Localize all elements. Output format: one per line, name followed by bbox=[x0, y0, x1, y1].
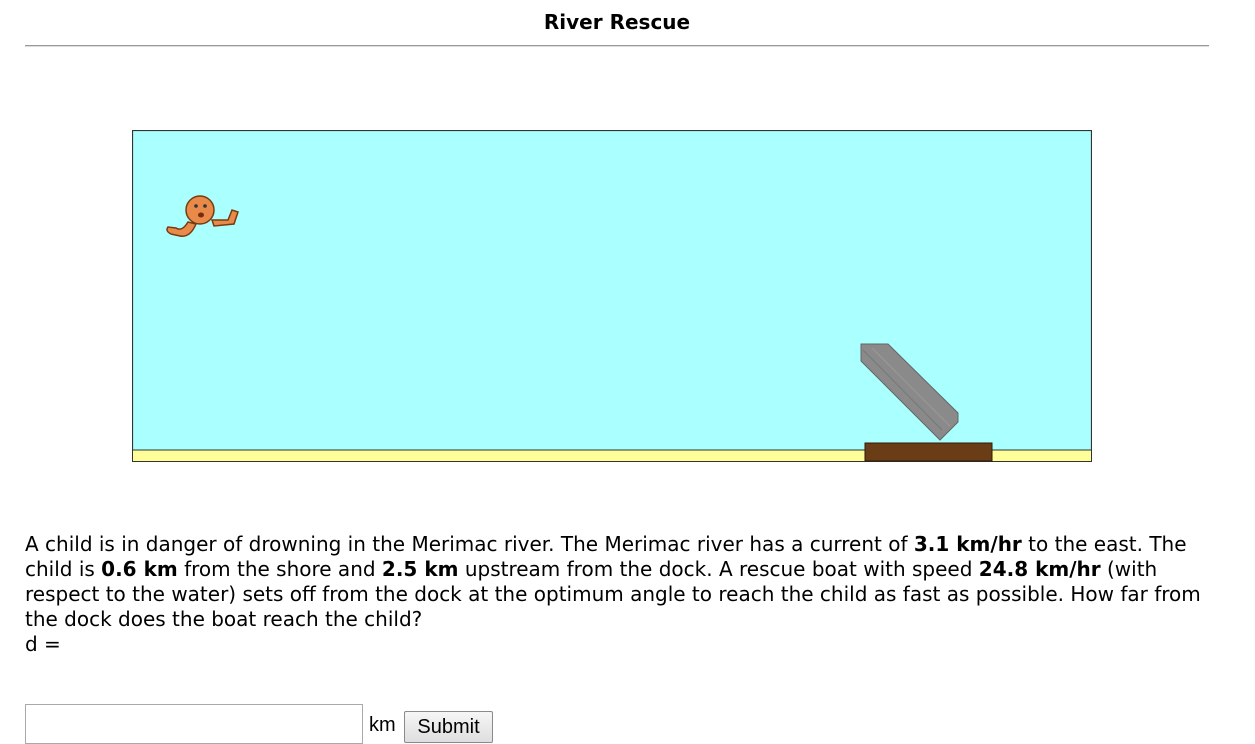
title-divider bbox=[25, 45, 1209, 47]
river-canvas bbox=[132, 130, 1092, 462]
answer-input[interactable] bbox=[25, 704, 363, 744]
current-value: 3.1 km/hr bbox=[913, 532, 1022, 556]
boat-speed-value: 24.8 km/hr bbox=[978, 557, 1101, 581]
problem-statement: A child is in danger of drowning in the … bbox=[25, 532, 1215, 632]
answer-unit-label: km bbox=[369, 714, 396, 736]
problem-text-3: from the shore and bbox=[177, 557, 382, 581]
answer-variable-label: d = bbox=[25, 632, 61, 656]
page-title: River Rescue bbox=[543, 10, 691, 34]
upstream-distance-value: 2.5 km bbox=[381, 557, 459, 581]
dock-icon bbox=[864, 442, 993, 462]
problem-text-4: upstream from the dock. A rescue boat wi… bbox=[458, 557, 979, 581]
distance-from-shore-value: 0.6 km bbox=[101, 557, 178, 581]
submit-button[interactable]: Submit bbox=[404, 711, 493, 743]
river-scene bbox=[132, 130, 1092, 462]
problem-text-1: A child is in danger of drowning in the … bbox=[25, 532, 914, 556]
